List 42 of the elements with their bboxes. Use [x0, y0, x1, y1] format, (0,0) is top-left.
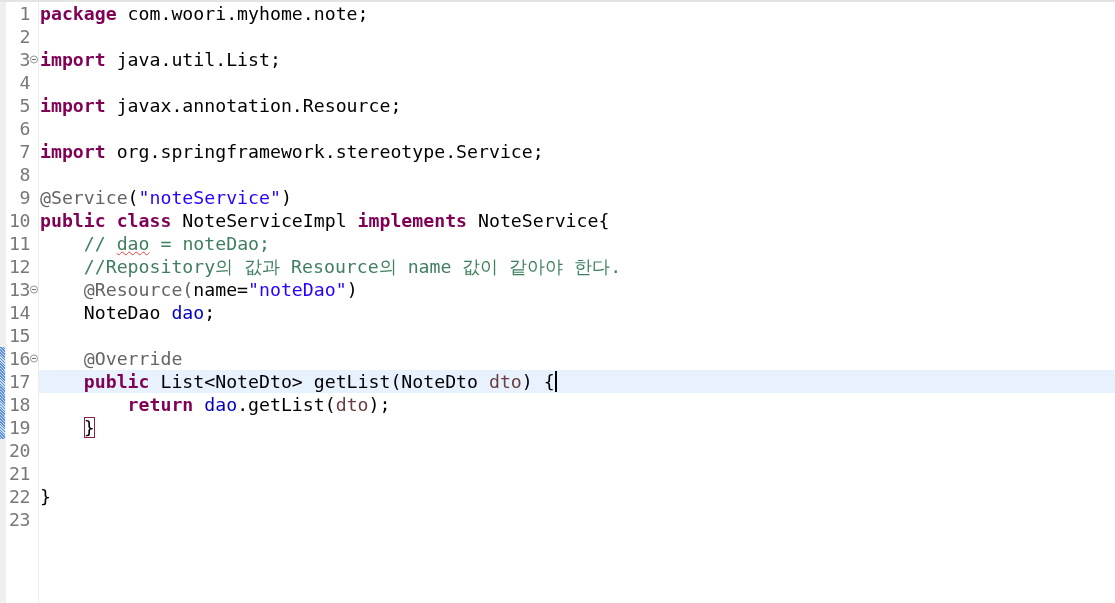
- code-line: package com.woori.myhome.note;: [40, 2, 369, 25]
- code-line: //Repository의 값과 Resource의 name 값이 같아야 한다.: [82, 255, 622, 278]
- line-number: 14: [8, 301, 30, 324]
- code-line: // dao = noteDao;: [82, 232, 270, 255]
- collapse-icon[interactable]: [30, 55, 38, 64]
- code-line: public class NoteServiceImpl implements NoteService{: [40, 209, 610, 232]
- line-number: 18: [8, 393, 30, 416]
- line-number: 6: [18, 117, 30, 140]
- collapse-icon[interactable]: [30, 285, 38, 294]
- line-number: 2: [18, 25, 30, 48]
- line-number: 10: [8, 209, 30, 232]
- line-number: 7: [18, 140, 30, 163]
- line-number: 8: [18, 163, 30, 186]
- line-number: 1: [18, 2, 30, 25]
- line-number: 20: [8, 439, 30, 462]
- code-line: @Resource(name="noteDao"): [82, 278, 358, 301]
- line-number: 9: [18, 186, 30, 209]
- collapse-icon[interactable]: [30, 354, 38, 363]
- line-number: 11: [8, 232, 30, 255]
- line-number: 21: [8, 462, 30, 485]
- code-editor[interactable]: [0, 0, 1115, 603]
- code-line: @Override: [82, 347, 183, 370]
- code-line: public List<NoteDto> getList(NoteDto dto) {: [82, 370, 555, 393]
- code-line: import java.util.List;: [40, 48, 281, 71]
- line-number: 16: [8, 347, 30, 370]
- line-number: 15: [8, 324, 30, 347]
- line-number: 4: [18, 71, 30, 94]
- code-line: import org.springframework.stereotype.Service;: [40, 140, 544, 163]
- line-number: 3: [18, 48, 30, 71]
- code-line: }: [82, 416, 95, 439]
- line-number: 23: [8, 508, 30, 531]
- line-number: 12: [8, 255, 30, 278]
- code-line: @Service("noteService"): [40, 186, 292, 209]
- line-number: 22: [8, 485, 30, 508]
- code-line: return dao.getList(dto);: [126, 393, 391, 416]
- line-number: 19: [8, 416, 30, 439]
- code-line: NoteDao dao;: [82, 301, 216, 324]
- code-line: import javax.annotation.Resource;: [40, 94, 402, 117]
- line-number: 13: [8, 278, 30, 301]
- line-number: 17: [8, 370, 30, 393]
- code-line: }: [40, 485, 51, 508]
- line-number: 5: [18, 94, 30, 117]
